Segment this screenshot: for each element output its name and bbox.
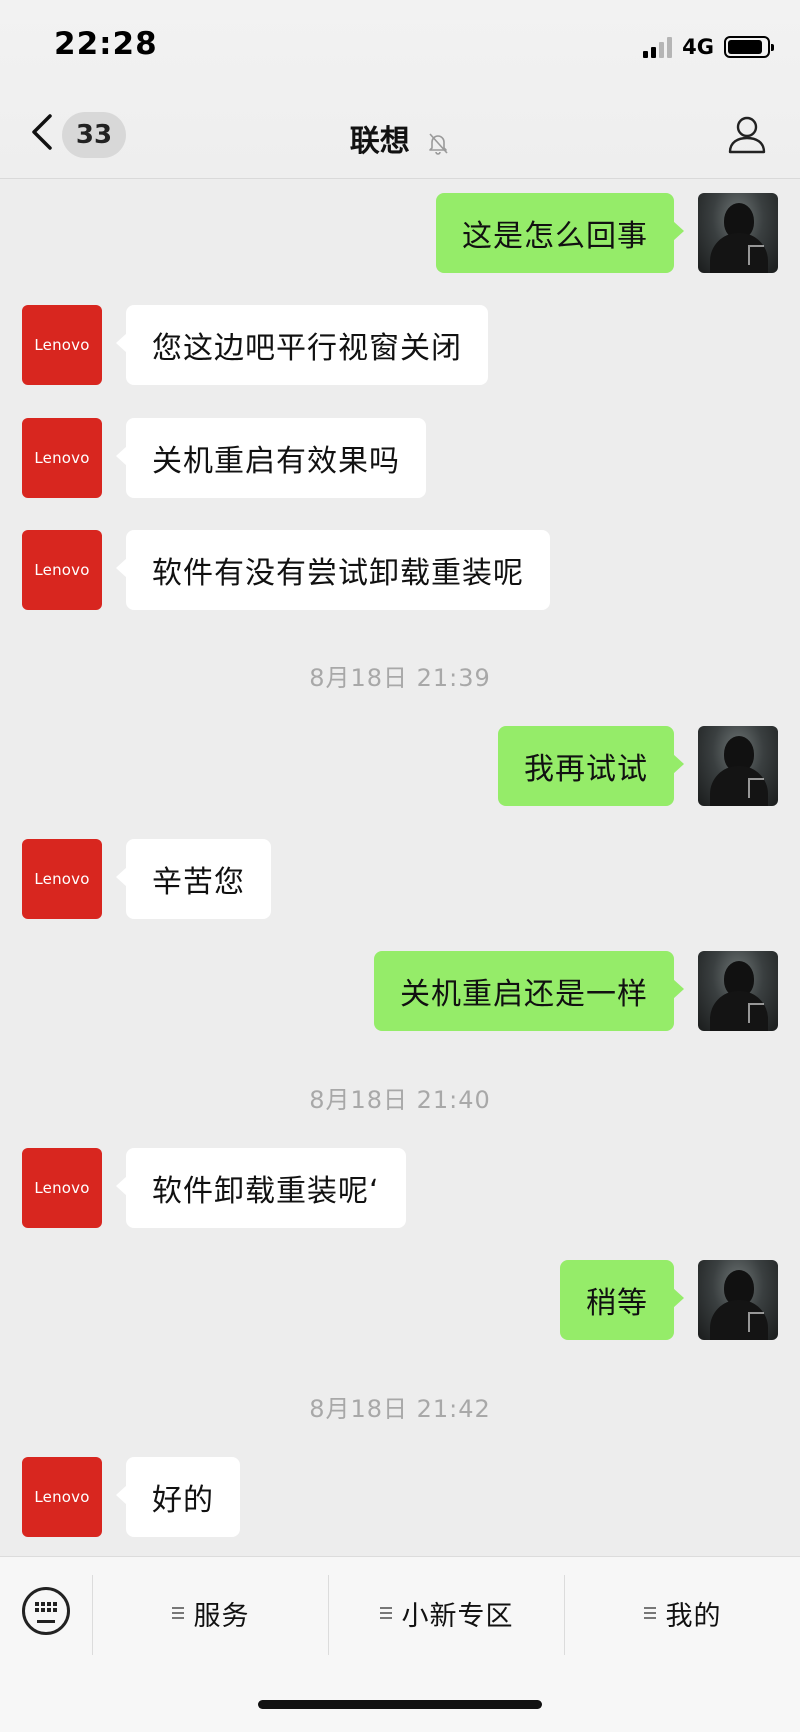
message-bubble[interactable]: 关机重启还是一样 <box>374 951 684 1031</box>
chat-title: 联想 <box>349 124 410 159</box>
message-timestamp: 8月18日 21:39 <box>309 664 491 692</box>
message-bubble[interactable]: 我再试试 <box>498 726 684 806</box>
lenovo-logo-text: Lenovo <box>34 1179 90 1197</box>
menu-item-xiaoxin-zone[interactable]: 小新专区 <box>329 1585 564 1641</box>
lenovo-logo-text: Lenovo <box>34 336 90 354</box>
status-indicators: 4G <box>643 34 774 60</box>
message-incoming: Lenovo 软件卸载重装呢‘ <box>0 1148 800 1228</box>
message-bubble[interactable]: 这是怎么回事 <box>436 193 684 273</box>
chat-title-area: 联想 <box>0 116 800 160</box>
menu-lines-icon <box>643 1604 656 1622</box>
message-bubble[interactable]: 软件有没有尝试卸载重装呢 <box>116 530 550 610</box>
home-indicator <box>258 1700 542 1709</box>
avatar-user[interactable] <box>698 951 778 1031</box>
menu-item-mine[interactable]: 我的 <box>565 1585 800 1641</box>
menu-item-label: 服务 <box>193 1600 250 1632</box>
message-outgoing: 这是怎么回事 <box>0 193 800 273</box>
message-outgoing: 关机重启还是一样 <box>0 951 800 1031</box>
message-list[interactable]: 这是怎么回事 Lenovo 您这边吧平行视窗关闭 Lenovo 关机重启有效果吗… <box>0 178 800 1556</box>
avatar-lenovo[interactable]: Lenovo <box>22 839 102 919</box>
message-incoming: Lenovo 好的 <box>0 1457 800 1537</box>
top-bar: 22:28 4G 33 联想 <box>0 0 800 179</box>
avatar-user[interactable] <box>698 726 778 806</box>
person-icon[interactable] <box>726 114 768 156</box>
message-bubble[interactable]: 好的 <box>116 1457 240 1537</box>
message-outgoing: 我再试试 <box>0 726 800 806</box>
message-outgoing: 稍等 <box>0 1260 800 1340</box>
message-incoming: Lenovo 关机重启有效果吗 <box>0 418 800 498</box>
lenovo-logo-text: Lenovo <box>34 561 90 579</box>
avatar-lenovo[interactable]: Lenovo <box>22 1457 102 1537</box>
battery-icon <box>724 36 774 58</box>
menu-item-label: 小新专区 <box>401 1600 514 1632</box>
message-timestamp: 8月18日 21:40 <box>309 1086 491 1114</box>
message-incoming: Lenovo 软件有没有尝试卸载重装呢 <box>0 530 800 610</box>
lenovo-logo-text: Lenovo <box>34 1488 90 1506</box>
message-incoming: Lenovo 您这边吧平行视窗关闭 <box>0 305 800 385</box>
avatar-user[interactable] <box>698 193 778 273</box>
menu-item-service[interactable]: 服务 <box>93 1585 328 1641</box>
message-bubble[interactable]: 辛苦您 <box>116 839 271 919</box>
message-bubble[interactable]: 软件卸载重装呢‘ <box>116 1148 406 1228</box>
bell-slash-icon <box>429 132 448 155</box>
avatar-lenovo[interactable]: Lenovo <box>22 305 102 385</box>
status-time: 22:28 <box>54 26 158 62</box>
lenovo-logo-text: Lenovo <box>34 870 90 888</box>
lenovo-logo-text: Lenovo <box>34 449 90 467</box>
avatar-user[interactable] <box>698 1260 778 1340</box>
menu-lines-icon <box>171 1604 184 1622</box>
keyboard-icon[interactable] <box>22 1587 70 1635</box>
network-type: 4G <box>682 35 714 59</box>
message-incoming: Lenovo 辛苦您 <box>0 839 800 919</box>
avatar-lenovo[interactable]: Lenovo <box>22 418 102 498</box>
avatar-lenovo[interactable]: Lenovo <box>22 530 102 610</box>
message-bubble[interactable]: 关机重启有效果吗 <box>116 418 426 498</box>
signal-icon <box>643 36 673 58</box>
message-bubble[interactable]: 稍等 <box>560 1260 684 1340</box>
avatar-lenovo[interactable]: Lenovo <box>22 1148 102 1228</box>
menu-lines-icon <box>379 1604 392 1622</box>
menu-item-label: 我的 <box>665 1600 722 1632</box>
message-bubble[interactable]: 您这边吧平行视窗关闭 <box>116 305 488 385</box>
message-timestamp: 8月18日 21:42 <box>309 1395 491 1423</box>
